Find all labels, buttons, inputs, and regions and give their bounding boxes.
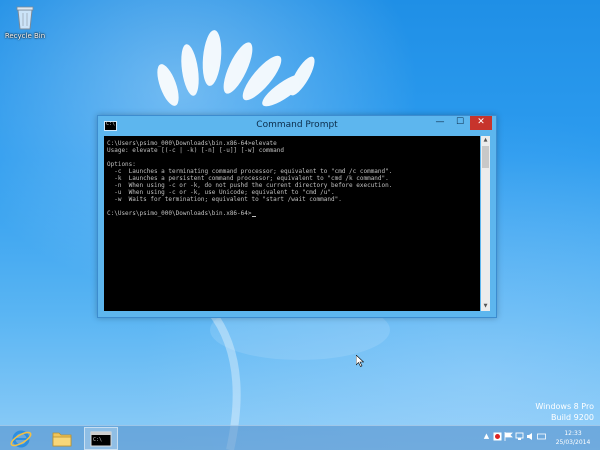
recycle-bin-shortcut[interactable]: Recycle Bin [4,4,46,40]
network-icon[interactable] [515,432,524,441]
scroll-thumb[interactable] [482,146,489,168]
recycle-bin-label: Recycle Bin [4,32,46,40]
keyboard-icon[interactable] [537,432,546,441]
clock-time: 12:33 [564,430,582,437]
mouse-pointer-icon [356,355,364,367]
recycle-bin-icon [15,4,35,30]
chevron-up-icon[interactable]: ▲ [482,432,491,441]
command-prompt-taskbar-icon: C:\ [90,431,112,447]
scroll-down-button[interactable]: ▼ [481,302,490,311]
taskbar-command-prompt[interactable]: C:\ [84,427,118,450]
taskbar: C:\ ▲ 12:33 25/03/2014 [0,425,600,450]
internet-explorer-icon [10,430,32,448]
command-prompt-window[interactable]: C:\ Command Prompt — ☐ ✕ C:\Users\psimo_… [97,115,497,318]
text-cursor [251,216,256,217]
volume-icon[interactable] [526,432,535,441]
flag-icon[interactable] [504,432,513,441]
close-button[interactable]: ✕ [470,116,492,130]
taskbar-file-explorer[interactable] [47,427,77,450]
taskbar-clock[interactable]: 12:33 25/03/2014 [550,429,596,447]
taskbar-internet-explorer[interactable] [6,427,36,450]
scroll-up-button[interactable]: ▲ [481,136,490,145]
title-bar[interactable]: C:\ Command Prompt — ☐ ✕ [98,116,496,135]
clock-date: 25/03/2014 [555,439,591,446]
vertical-scrollbar[interactable]: ▲ ▼ [481,136,490,311]
desktop: Recycle Bin C:\ Command Prompt — ☐ ✕ C:\… [0,0,600,450]
console-output: C:\Users\psimo_000\Downloads\bin.x86-64>… [107,140,393,217]
action-center-icon[interactable] [493,432,502,441]
windows-watermark: Windows 8 Pro Build 9200 [535,401,594,423]
console-area[interactable]: C:\Users\psimo_000\Downloads\bin.x86-64>… [104,136,480,311]
watermark-build: Build 9200 [551,413,594,422]
watermark-edition: Windows 8 Pro [535,402,594,411]
maximize-button[interactable]: ☐ [450,116,470,130]
folder-icon [52,432,72,447]
svg-text:C:\: C:\ [93,437,102,443]
minimize-button[interactable]: — [430,116,450,130]
